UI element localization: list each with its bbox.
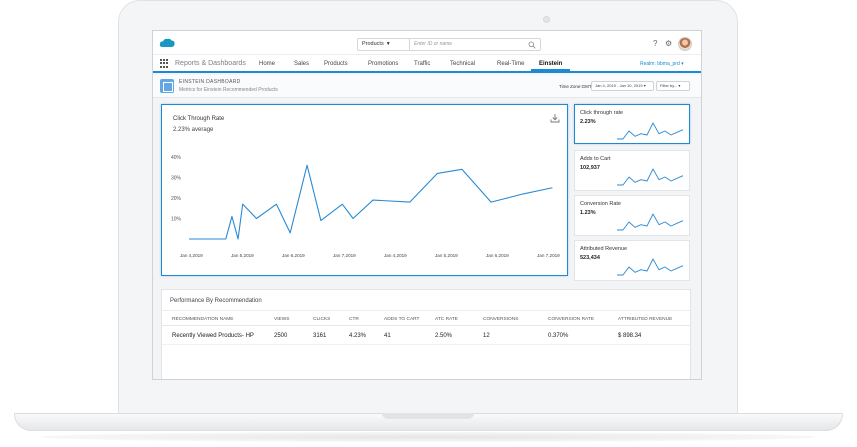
- kpi-title: Attributed Revenue: [580, 246, 628, 252]
- x-tick-label: Jan 4,2019: [180, 253, 203, 258]
- global-search[interactable]: Products ▼ Enter ID or name: [357, 38, 541, 51]
- column-header[interactable]: Clicks: [313, 317, 330, 323]
- y-tick-label: 30%: [171, 176, 182, 182]
- ctr-line-chart: 40% 30% 20% 10% Jan 4,2019 Jan 5,2019 Jan 6,20…: [171, 155, 560, 258]
- search-icon[interactable]: [528, 41, 536, 49]
- app-name: Reports & Dashboards: [175, 60, 246, 67]
- search-scope-select[interactable]: Products ▼: [358, 39, 410, 50]
- table-cell: 3161: [313, 333, 327, 339]
- column-header[interactable]: Views: [274, 317, 289, 323]
- kpi-value: 2.23%: [580, 119, 596, 125]
- gear-icon[interactable]: ⚙: [665, 40, 672, 48]
- kpi-value: 523,434: [580, 255, 600, 261]
- x-tick-label: Jan 7,2019: [537, 253, 560, 258]
- kpi-card-click-through-rate[interactable]: Click through rate 2.23%: [574, 104, 690, 144]
- global-header: Products ▼ Enter ID or name ? ⚙: [153, 31, 701, 55]
- tab-einstein[interactable]: Einstein: [530, 59, 571, 72]
- table-cell: $ 898.34: [618, 333, 642, 339]
- ctr-chart-card[interactable]: Click Through Rate 2.23% average 40% 30% 2…: [161, 104, 568, 276]
- search-scope-label: Products: [362, 41, 384, 47]
- tab-products[interactable]: Products: [322, 59, 350, 69]
- dashboard-subtitle: Metrics for Einstein Recommended Product…: [179, 87, 278, 93]
- kpi-sparkline: [617, 122, 684, 140]
- x-tick-label: Jan 7,2019: [333, 253, 356, 258]
- x-tick-label: Jan 5,2019: [435, 253, 458, 258]
- kpi-card-conversion-rate[interactable]: Conversion Rate 1.23%: [574, 195, 690, 236]
- divider: [162, 325, 690, 326]
- kpi-title: Click through rate: [580, 110, 624, 116]
- realm-selector[interactable]: Realm: bbma_prd ▾: [640, 60, 684, 68]
- table-cell: 2500: [274, 333, 288, 339]
- column-header[interactable]: ATC Rate: [435, 317, 458, 323]
- sparkline-path: [617, 213, 684, 231]
- kpi-sparkline: [617, 213, 684, 231]
- x-tick-label: Jan 5,2019: [231, 253, 254, 258]
- table-cell: 0.370%: [548, 333, 569, 339]
- kpi-value: 1.23%: [580, 210, 596, 216]
- x-tick-label: Jan 6,2019: [486, 253, 509, 258]
- dashboard-header: EINSTEIN DASHBOARD Metrics for Einstein …: [153, 75, 701, 98]
- table-cell: 41: [384, 333, 391, 339]
- sparkline-path: [617, 168, 684, 186]
- column-header[interactable]: Conversion Rate: [548, 317, 594, 323]
- kpi-value: 102,937: [580, 165, 600, 171]
- kpi-sparkline: [617, 258, 684, 276]
- camera-icon: [543, 16, 550, 23]
- kpi-title: Conversion Rate: [580, 201, 621, 207]
- date-range-select[interactable]: Jan 4, 2019 - Jan 10, 2019 ▾: [591, 81, 654, 91]
- y-tick-label: 20%: [171, 196, 182, 202]
- column-header[interactable]: Attributed Revenue: [618, 317, 672, 323]
- kpi-card-attributed-revenue[interactable]: Attributed Revenue 523,434: [574, 240, 690, 281]
- tab-real-time[interactable]: Real-Time: [495, 59, 526, 69]
- table-cell: 12: [483, 333, 490, 339]
- app-screen: Products ▼ Enter ID or name ? ⚙ Reports &…: [152, 30, 702, 380]
- dashboard-title: EINSTEIN DASHBOARD: [179, 79, 241, 85]
- help-icon[interactable]: ?: [653, 40, 657, 48]
- x-tick-label: Jan 4,2019: [384, 253, 407, 258]
- app-launcher-icon[interactable]: [160, 59, 169, 68]
- laptop-notch: [382, 413, 474, 419]
- table-cell: 2.50%: [435, 333, 453, 339]
- table-title: Performance By Recommendation: [170, 298, 262, 304]
- sparkline-path: [617, 258, 684, 276]
- y-tick-label: 40%: [171, 155, 182, 161]
- sparkline-path: [617, 122, 684, 140]
- performance-table-card: Performance By Recommendation Recommenda…: [161, 289, 691, 379]
- chevron-down-icon: ▼: [385, 41, 391, 47]
- divider: [162, 344, 690, 345]
- tab-home[interactable]: Home: [257, 59, 277, 69]
- kpi-card-adds-to-cart[interactable]: Adds to Cart 102,937: [574, 150, 690, 191]
- timezone-label: Time Zone:GMT: [559, 84, 592, 89]
- column-header[interactable]: Adds to Cart: [384, 317, 419, 323]
- tab-promotions[interactable]: Promotions: [366, 59, 400, 69]
- x-tick-label: Jan 6,2019: [282, 253, 305, 258]
- table-cell: 4.23%: [349, 333, 367, 339]
- column-header[interactable]: Conversions: [483, 317, 518, 323]
- filter-by-select[interactable]: Filter by... ▾: [656, 81, 690, 91]
- tab-sales[interactable]: Sales: [292, 59, 311, 69]
- search-input[interactable]: Enter ID or name: [414, 39, 524, 50]
- app-nav: Reports & Dashboards Home Sales Products…: [153, 55, 701, 73]
- divider: [162, 310, 690, 311]
- kpi-sparkline: [617, 168, 684, 186]
- table-cell[interactable]: Recently Viewed Products- HP: [172, 332, 254, 340]
- series-line: [189, 164, 553, 240]
- dashboard-icon: [160, 79, 174, 93]
- tab-traffic[interactable]: Traffic: [412, 59, 432, 69]
- laptop-shadow: [40, 432, 817, 442]
- avatar[interactable]: [678, 37, 692, 51]
- y-tick-label: 10%: [171, 217, 182, 223]
- tab-technical[interactable]: Technical: [448, 59, 477, 69]
- column-header[interactable]: CTR: [349, 317, 359, 323]
- kpi-title: Adds to Cart: [580, 156, 611, 162]
- column-header[interactable]: Recommendation Name: [172, 317, 233, 323]
- salesforce-cloud-icon[interactable]: [159, 38, 175, 48]
